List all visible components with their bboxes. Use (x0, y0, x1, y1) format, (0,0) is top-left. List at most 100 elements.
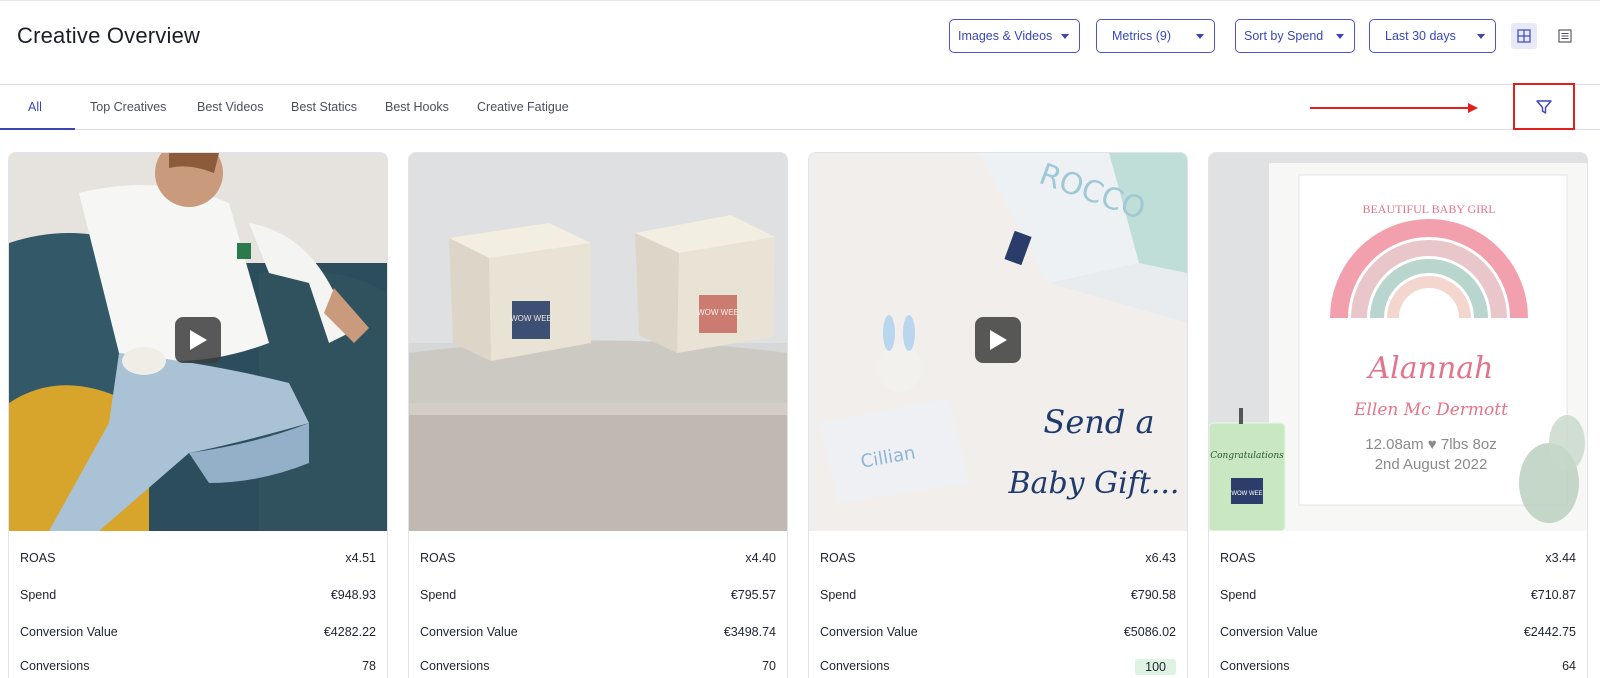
metric-row-spend: Spend €790.58 (820, 588, 1176, 602)
metric-value: €948.93 (330, 588, 376, 602)
metric-row-roas: ROAS x4.51 (20, 551, 376, 565)
metric-row-conversions: Conversions 70 (420, 659, 776, 673)
metric-value-badge: 100 (1135, 659, 1176, 675)
metric-label: ROAS (1220, 551, 1256, 565)
metric-label: Spend (820, 588, 857, 602)
tab-best-statics[interactable]: Best Statics (291, 100, 357, 114)
media-text: Alannah (1366, 351, 1494, 386)
metric-row-spend: Spend €795.57 (420, 588, 776, 602)
metric-value: €790.58 (1130, 588, 1176, 602)
metric-label: Conversions (820, 659, 890, 673)
filter-icon (1536, 99, 1552, 114)
metric-label: Spend (1220, 588, 1257, 602)
list-view-button[interactable] (1552, 23, 1578, 49)
chevron-down-icon (1336, 34, 1344, 39)
metric-value: 70 (762, 659, 776, 673)
tab-top-creatives[interactable]: Top Creatives (90, 100, 166, 114)
metric-value: x6.43 (1145, 551, 1176, 565)
play-icon (190, 330, 207, 350)
metric-label: Conversions (420, 659, 490, 673)
sort-dropdown-label: Sort by Spend (1244, 29, 1324, 43)
metric-label: Spend (420, 588, 457, 602)
metric-row-spend: Spend €948.93 (20, 588, 376, 602)
metric-label: Conversion Value (1220, 625, 1318, 639)
metric-row-conversion-value: Conversion Value €3498.74 (420, 625, 776, 639)
metric-row-conversions: Conversions 100 (820, 659, 1176, 675)
media-text: WOW WEE (510, 314, 552, 323)
filter-button[interactable] (1513, 83, 1575, 130)
creative-image: BEAUTIFUL BABY GIRL Alannah Ellen Mc Der… (1209, 153, 1587, 531)
media-text: 2nd August 2022 (1375, 456, 1488, 473)
tab-creative-fatigue[interactable]: Creative Fatigue (477, 100, 569, 114)
media-type-dropdown[interactable]: Images & Videos (949, 19, 1080, 53)
creative-thumbnail[interactable] (9, 153, 387, 531)
media-text: Ellen Mc Dermott (1353, 400, 1508, 420)
grid-icon (1517, 29, 1531, 43)
metric-value: €5086.02 (1123, 625, 1176, 639)
metric-row-spend: Spend €710.87 (1220, 588, 1576, 602)
tab-all[interactable]: All (28, 100, 42, 114)
metric-label: Conversions (20, 659, 90, 673)
metric-value: €795.57 (730, 588, 776, 602)
creative-card[interactable]: ROCCO Cillian Send a Baby Gift... ROAS x6… (808, 152, 1188, 678)
creative-card[interactable]: ROAS x4.51 Spend €948.93 Conversion Value €… (8, 152, 388, 678)
date-range-dropdown-label: Last 30 days (1385, 29, 1456, 43)
creative-thumbnail[interactable]: WOW WEE WOW WEE (409, 153, 787, 531)
play-icon (990, 330, 1007, 350)
metric-value: 78 (362, 659, 376, 673)
active-tab-indicator (0, 128, 75, 130)
metric-row-conversion-value: Conversion Value €2442.75 (1220, 625, 1576, 639)
media-text: WOW WEE (1231, 491, 1262, 497)
media-text: Send a (1043, 403, 1154, 441)
tab-bar: All Top Creatives Best Videos Best Stati… (0, 83, 1600, 130)
metric-label: ROAS (820, 551, 856, 565)
metric-value: €3498.74 (723, 625, 776, 639)
metric-value: €4282.22 (323, 625, 376, 639)
metric-label: ROAS (20, 551, 56, 565)
metric-value: x3.44 (1545, 551, 1576, 565)
chevron-down-icon (1196, 34, 1204, 39)
media-text: Congratulations (1210, 451, 1284, 461)
media-text: 12.08am ♥ 7lbs 8oz (1365, 436, 1496, 453)
creative-card[interactable]: BEAUTIFUL BABY GIRL Alannah Ellen Mc Der… (1208, 152, 1588, 678)
media-text: WOW WEE (697, 308, 739, 317)
sort-dropdown[interactable]: Sort by Spend (1235, 19, 1355, 53)
grid-view-button[interactable] (1511, 23, 1537, 49)
play-button[interactable] (175, 317, 221, 363)
tab-best-hooks[interactable]: Best Hooks (385, 100, 449, 114)
metric-row-conversion-value: Conversion Value €5086.02 (820, 625, 1176, 639)
metric-label: Conversions (1220, 659, 1290, 673)
metric-label: ROAS (420, 551, 456, 565)
chevron-down-icon (1061, 34, 1069, 39)
play-button[interactable] (975, 317, 1021, 363)
metric-label: Conversion Value (420, 625, 518, 639)
creative-thumbnail[interactable]: BEAUTIFUL BABY GIRL Alannah Ellen Mc Der… (1209, 153, 1587, 531)
metric-row-roas: ROAS x3.44 (1220, 551, 1576, 565)
date-range-dropdown[interactable]: Last 30 days (1369, 19, 1496, 53)
media-text: BEAUTIFUL BABY GIRL (1362, 202, 1495, 216)
metrics-dropdown[interactable]: Metrics (9) (1096, 19, 1215, 53)
metrics-dropdown-label: Metrics (9) (1112, 29, 1172, 43)
page-header: Creative Overview Images & Videos Metric… (0, 3, 1600, 85)
tab-best-videos[interactable]: Best Videos (197, 100, 263, 114)
metric-label: Conversion Value (820, 625, 918, 639)
metric-value: x4.40 (745, 551, 776, 565)
media-type-dropdown-label: Images & Videos (958, 29, 1053, 43)
annotation-arrow-head (1468, 103, 1478, 113)
metric-row-conversion-value: Conversion Value €4282.22 (20, 625, 376, 639)
metric-row-conversions: Conversions 78 (20, 659, 376, 673)
list-icon (1558, 29, 1572, 43)
metric-row-roas: ROAS x6.43 (820, 551, 1176, 565)
creative-card[interactable]: WOW WEE WOW WEE ROAS x4.40 Spend €795.57 C… (408, 152, 788, 678)
metric-value: x4.51 (345, 551, 376, 565)
creative-thumbnail[interactable]: ROCCO Cillian Send a Baby Gift... (809, 153, 1187, 531)
media-text: Baby Gift... (1008, 466, 1180, 501)
page-title: Creative Overview (17, 23, 201, 48)
metric-row-roas: ROAS x4.40 (420, 551, 776, 565)
metric-label: Conversion Value (20, 625, 118, 639)
creative-image: WOW WEE WOW WEE (409, 153, 787, 531)
metric-label: Spend (20, 588, 57, 602)
annotation-arrow (1310, 107, 1470, 109)
metric-value: 64 (1562, 659, 1576, 673)
chevron-down-icon (1477, 34, 1485, 39)
